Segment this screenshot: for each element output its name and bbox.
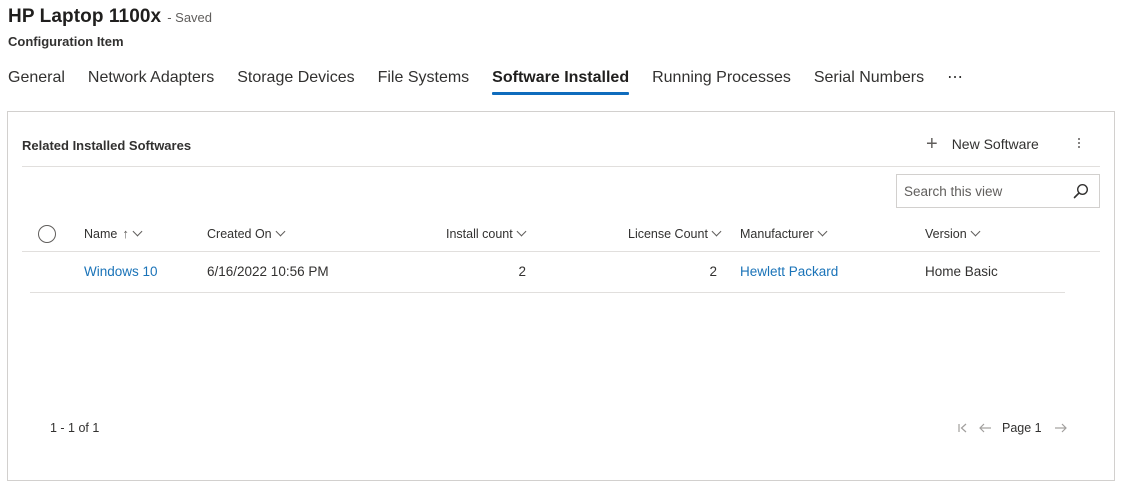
plus-icon: + (926, 133, 938, 155)
tab-overflow-more[interactable]: ⋯ (947, 66, 964, 96)
record-title: HP Laptop 1100x (8, 6, 162, 27)
column-header-license-count[interactable]: License Count (628, 216, 722, 252)
new-software-button[interactable]: + New Software (926, 134, 1039, 154)
search-input[interactable] (897, 175, 1067, 207)
cell-created-on: 6/16/2022 10:56 PM (207, 264, 329, 279)
select-all-radio[interactable] (38, 225, 56, 243)
column-label: Manufacturer (740, 227, 814, 241)
sort-ascending-icon: ↑ (122, 226, 129, 241)
search-box (896, 174, 1100, 208)
cell-name-link[interactable]: Windows 10 (84, 252, 158, 292)
cell-manufacturer-link[interactable]: Hewlett Packard (740, 252, 838, 292)
tab-serial-numbers[interactable]: Serial Numbers (814, 66, 924, 96)
column-label: License Count (628, 227, 708, 241)
related-software-subgrid: Related Installed Softwares + New Softwa… (7, 111, 1115, 481)
record-header: HP Laptop 1100x - Saved Configuration It… (8, 6, 212, 49)
first-page-icon[interactable] (952, 417, 974, 439)
grid-header-row: Name ↑ Created On Install count License C… (22, 216, 1100, 252)
entity-type-label: Configuration Item (8, 34, 124, 49)
tab-general[interactable]: General (8, 66, 65, 96)
record-count: 1 - 1 of 1 (50, 421, 100, 435)
table-row[interactable]: Windows 10 6/16/2022 10:56 PM 2 2 Hewlet… (30, 252, 1065, 293)
more-commands-icon[interactable] (1074, 136, 1084, 154)
cell-version: Home Basic (925, 264, 998, 279)
pagination: Page 1 (952, 417, 1072, 439)
cell-license-count: 2 (709, 264, 717, 279)
new-software-label: New Software (951, 136, 1039, 152)
subgrid-title: Related Installed Softwares (22, 138, 192, 153)
page-number-label: Page 1 (1002, 421, 1042, 435)
column-label: Name (84, 227, 118, 241)
tab-running-processes[interactable]: Running Processes (652, 66, 791, 96)
tab-bar: General Network Adapters Storage Devices… (8, 66, 987, 98)
chevron-down-icon (275, 226, 286, 237)
chevron-down-icon (817, 226, 828, 237)
column-header-name[interactable]: Name ↑ (84, 216, 143, 252)
column-label: Version (925, 227, 967, 241)
tab-network-adapters[interactable]: Network Adapters (88, 66, 214, 96)
command-bar-divider (22, 166, 1100, 167)
column-header-created-on[interactable]: Created On (207, 216, 286, 252)
next-page-icon[interactable] (1050, 417, 1072, 439)
column-header-version[interactable]: Version (925, 216, 981, 252)
tab-file-systems[interactable]: File Systems (378, 66, 470, 96)
column-label: Created On (207, 227, 272, 241)
column-header-manufacturer[interactable]: Manufacturer (740, 216, 828, 252)
tab-storage-devices[interactable]: Storage Devices (237, 66, 354, 96)
column-label: Install count (446, 227, 513, 241)
chevron-down-icon (711, 226, 722, 237)
search-icon[interactable] (1073, 183, 1089, 199)
column-header-install-count[interactable]: Install count (446, 216, 527, 252)
save-status: - Saved (167, 10, 213, 25)
tab-software-installed[interactable]: Software Installed (492, 66, 629, 96)
chevron-down-icon (516, 226, 527, 237)
cell-install-count: 2 (518, 264, 526, 279)
chevron-down-icon (970, 226, 981, 237)
previous-page-icon[interactable] (974, 417, 996, 439)
chevron-down-icon (132, 226, 143, 237)
